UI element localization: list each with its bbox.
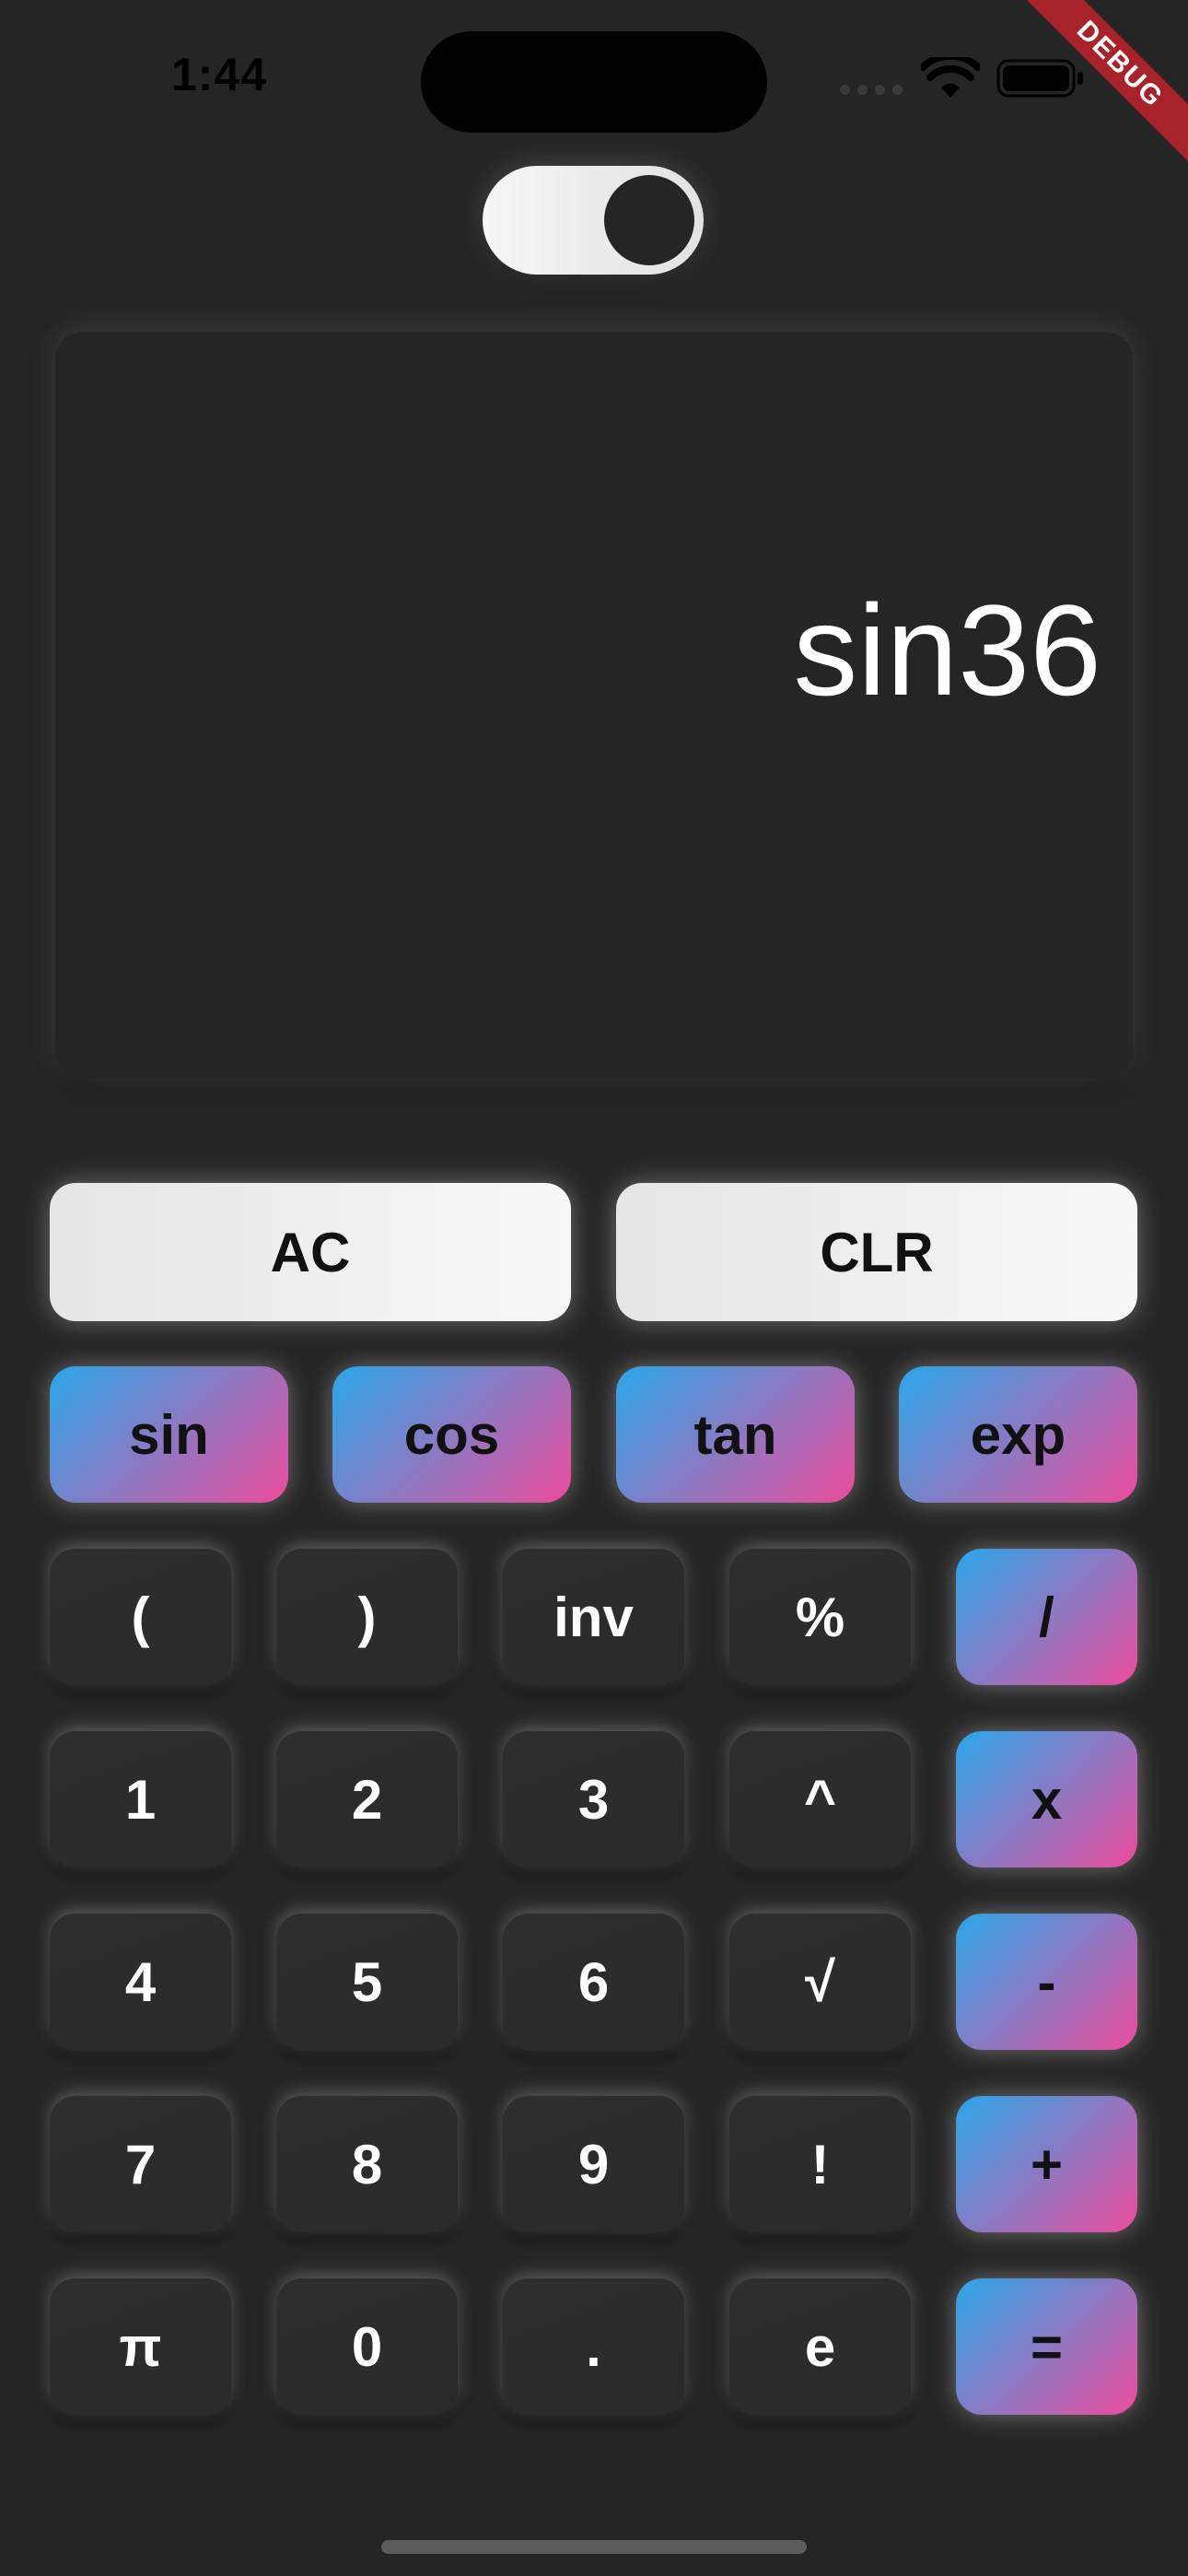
plus-button[interactable]: + xyxy=(956,2096,1137,2232)
tan-button[interactable]: tan xyxy=(616,1366,855,1503)
cellular-signal-icon xyxy=(840,83,910,100)
pi-button[interactable]: π xyxy=(50,2278,231,2415)
theme-toggle[interactable] xyxy=(483,166,704,275)
divide-button[interactable]: / xyxy=(956,1549,1137,1685)
exp-button[interactable]: exp xyxy=(899,1366,1137,1503)
ac-button[interactable]: AC xyxy=(50,1183,571,1321)
digit-7-button[interactable]: 7 xyxy=(50,2096,231,2232)
digit-5-button[interactable]: 5 xyxy=(276,1914,458,2050)
battery-icon xyxy=(996,59,1083,98)
equals-button[interactable]: = xyxy=(956,2278,1137,2415)
clr-button[interactable]: CLR xyxy=(616,1183,1137,1321)
digit-4-button[interactable]: 4 xyxy=(50,1914,231,2050)
digit-8-button[interactable]: 8 xyxy=(276,2096,458,2232)
close-paren-button[interactable]: ) xyxy=(276,1549,458,1685)
status-time: 1:44 xyxy=(171,49,268,100)
calculator-display: sin36 xyxy=(55,332,1133,1078)
digit-6-button[interactable]: 6 xyxy=(503,1914,684,2050)
toggle-knob xyxy=(604,175,694,265)
digit-2-button[interactable]: 2 xyxy=(276,1731,458,1868)
factorial-button[interactable]: ! xyxy=(729,2096,911,2232)
minus-button[interactable]: - xyxy=(956,1914,1137,2050)
power-button[interactable]: ^ xyxy=(729,1731,911,1868)
digit-1-button[interactable]: 1 xyxy=(50,1731,231,1868)
sin-button[interactable]: sin xyxy=(50,1366,288,1503)
percent-button[interactable]: % xyxy=(729,1549,911,1685)
open-paren-button[interactable]: ( xyxy=(50,1549,231,1685)
display-expression: sin36 xyxy=(793,578,1101,722)
inv-button[interactable]: inv xyxy=(503,1549,684,1685)
dynamic-island xyxy=(421,31,767,133)
wifi-icon xyxy=(921,57,980,98)
digit-9-button[interactable]: 9 xyxy=(503,2096,684,2232)
home-indicator[interactable] xyxy=(381,2540,807,2554)
digit-0-button[interactable]: 0 xyxy=(276,2278,458,2415)
sqrt-button[interactable]: √ xyxy=(729,1914,911,2050)
euler-e-button[interactable]: e xyxy=(729,2278,911,2415)
cos-button[interactable]: cos xyxy=(332,1366,571,1503)
digit-3-button[interactable]: 3 xyxy=(503,1731,684,1868)
decimal-point-button[interactable]: . xyxy=(503,2278,684,2415)
multiply-button[interactable]: x xyxy=(956,1731,1137,1868)
